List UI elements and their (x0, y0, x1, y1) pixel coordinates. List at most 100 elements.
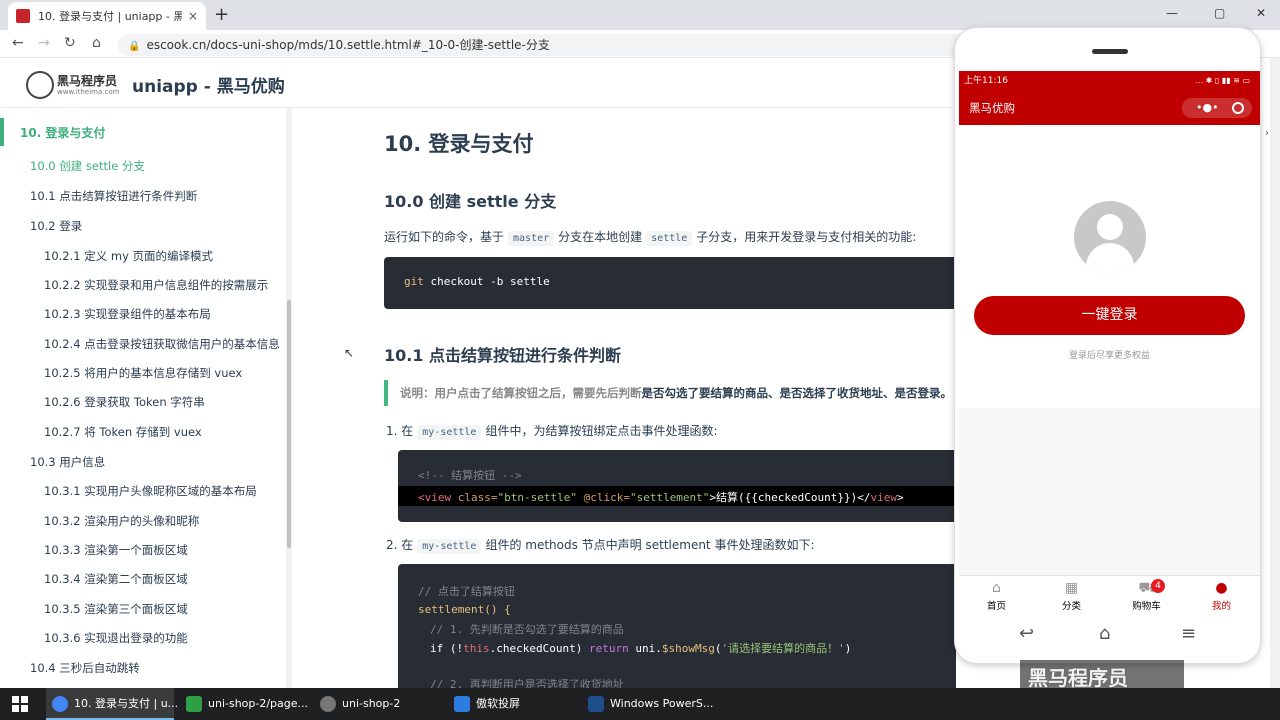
phone-status-bar: 上午11:16 ... ✱ ▯ ▮▮ ≋ ▭ (959, 71, 1260, 91)
code-block-template: <!-- 结算按钮 --> <view class="btn-settle" @… (398, 450, 956, 522)
sidebar-item-10-2-1[interactable]: 10.2.1 定义 my 页面的编译模式 (44, 248, 213, 264)
code-string: '请选择要结算的商品！' (721, 642, 845, 655)
taskbar-label: Windows PowerS... (610, 697, 714, 710)
sidebar-item-10-4[interactable]: 10.4 三秒后自动跳转 (30, 660, 140, 676)
sidebar-item-10-2-7[interactable]: 10.2.7 将 Token 存储到 vuex (44, 424, 202, 440)
taskbar-label: 10. 登录与支付 | u... (74, 697, 179, 710)
close-capsule-icon[interactable] (1232, 102, 1244, 114)
forward-icon[interactable]: → (38, 35, 50, 51)
sidebar-item-10-2-6[interactable]: 10.2.6 登录获取 Token 字符串 (44, 394, 205, 410)
taskbar-label: uni-shop-2/page... (208, 697, 309, 710)
sidebar-item-10-2-2[interactable]: 10.2.2 实现登录和用户信息组件的按需展示 (44, 277, 268, 293)
code-text: if (! (430, 642, 464, 655)
new-tab-button[interactable]: + (214, 4, 229, 25)
taskbar-item-chrome[interactable]: 10. 登录与支付 | u... (46, 688, 178, 720)
inline-code: my-settle (417, 539, 482, 554)
paragraph-text: 运行如下的命令，基于 (384, 230, 505, 244)
sidebar-item-10-2[interactable]: 10.2 登录 (30, 218, 82, 234)
status-time: 上午11:16 (964, 76, 1008, 86)
sidebar-item-10-3-1[interactable]: 10.3.1 实现用户头像昵称区域的基本布局 (44, 483, 257, 499)
paragraph-text: 子分支，用来开发登录与支付相关的功能: (696, 230, 917, 244)
code-function: $showMsg (661, 642, 715, 655)
section-heading-10-1: 10.1 点击结算按钮进行条件判断 (384, 346, 622, 365)
section-heading-10-0: 10.0 创建 settle 分支 (384, 192, 557, 211)
site-title[interactable]: uniapp - 黑马优购 (132, 72, 285, 97)
sidebar-item-10-3[interactable]: 10.3 用户信息 (30, 454, 105, 470)
more-icon[interactable]: •●• (1196, 98, 1219, 118)
avatar-head (1097, 214, 1123, 240)
code-keyword: git (404, 275, 424, 288)
maximize-icon[interactable]: ▢ (1214, 6, 1225, 20)
phone-speaker (1092, 49, 1128, 54)
sidebar-active-indicator (0, 118, 4, 146)
taskbar-item-hbuilder[interactable]: uni-shop-2/page... (180, 688, 308, 720)
status-icons: ... ✱ ▯ ▮▮ ≋ ▭ (1195, 76, 1250, 85)
page-scrollbar[interactable] (1270, 58, 1280, 688)
sidebar-item-10-3-3[interactable]: 10.3.3 渲染第一个面板区域 (44, 542, 188, 558)
step-text: 组件的 methods 节点中声明 settlement 事件处理函数如下: (485, 538, 815, 552)
default-avatar-icon (1074, 201, 1146, 273)
sidebar-scroll-thumb[interactable] (287, 300, 291, 548)
code-block-git: git checkout -b settle (384, 257, 956, 309)
tab-cart[interactable]: ⛟ 购物车 4 (1109, 576, 1184, 616)
code-block-methods: // 点击了结算按钮 settlement() { // 1. 先判断是否勾选了… (398, 564, 956, 688)
menu-icon[interactable]: ≡ (1181, 623, 1196, 644)
chevron-right-icon[interactable]: › (1265, 128, 1269, 139)
taskbar-item-devtools[interactable]: uni-shop-2 (314, 688, 442, 720)
tab-close-icon[interactable]: × (188, 9, 198, 23)
code-tag: view (870, 491, 898, 504)
paragraph-intro: 运行如下的命令，基于 master 分支在本地创建 settle 子分支，用来开发登录与… (384, 228, 917, 246)
sidebar-item-10-2-5[interactable]: 10.2.5 将用户的基本信息存储到 vuex (44, 365, 242, 381)
tab-label: 首页 (986, 601, 1006, 612)
sidebar-item-10-3-5[interactable]: 10.3.5 渲染第三个面板区域 (44, 601, 188, 617)
taskbar-item-powershell[interactable]: Windows PowerS... (582, 688, 714, 720)
user-icon: ● (1215, 580, 1228, 596)
phone-simulator: 上午11:16 ... ✱ ▯ ▮▮ ≋ ▭ 黑马优购 •●• 一键登录 登录后… (955, 28, 1260, 663)
minimize-icon[interactable]: — (1166, 6, 1178, 20)
reload-icon[interactable]: ↻ (64, 35, 76, 51)
hbuilder-icon (186, 696, 202, 712)
screen-mirror-icon (454, 696, 470, 712)
paragraph-text: 分支在本地创建 (558, 230, 643, 244)
phone-tab-bar: ⌂ 首页 ▦ 分类 ⛟ 购物车 4 ● 我的 (959, 575, 1260, 615)
windows-start-icon[interactable] (12, 696, 28, 712)
browser-tab-bar: 10. 登录与支付 | uniapp - 黑马... × + — ▢ ✕ (0, 0, 1280, 30)
sidebar-item-10-3-6[interactable]: 10.3.6 实现退出登录的功能 (44, 630, 188, 646)
back-icon[interactable]: ↩ (1019, 623, 1034, 644)
tab-my[interactable]: ● 我的 (1184, 576, 1259, 616)
code-comment: // 点击了结算按钮 (418, 585, 515, 598)
code-text: .checkedCount) (489, 642, 589, 655)
sidebar-item-10-3-2[interactable]: 10.3.2 渲染用户的头像和昵称 (44, 513, 199, 529)
back-icon[interactable]: ← (12, 35, 24, 51)
sidebar-item-10-3-4[interactable]: 10.3.4 渲染第二个面板区域 (44, 571, 188, 587)
code-line: <view class="btn-settle" @click="settlem… (418, 489, 904, 505)
tip-text-bold: 是否勾选了要结算的商品、是否选择了收货地址、是否登录。 (641, 386, 953, 400)
code-comment: <!-- 结算按钮 --> (418, 469, 522, 482)
step-text: 组件中，为结算按钮绑定点击事件处理函数: (485, 424, 718, 438)
browser-tab[interactable]: 10. 登录与支付 | uniapp - 黑马... × (8, 2, 206, 30)
sidebar-item-10-0[interactable]: 10.0 创建 settle 分支 (30, 158, 145, 174)
url-text: escook.cn/docs-uni-shop/mds/10.settle.ht… (146, 38, 550, 52)
sidebar-item-10-2-4[interactable]: 10.2.4 点击登录按钮获取微信用户的基本信息 (44, 336, 280, 352)
tab-home[interactable]: ⌂ 首页 (959, 576, 1034, 616)
url-field[interactable]: 🔒 escook.cn/docs-uni-shop/mds/10.settle.h… (118, 34, 998, 56)
code-attr: class= (451, 491, 498, 504)
category-icon: ▦ (1064, 580, 1079, 596)
tab-category[interactable]: ▦ 分类 (1034, 576, 1109, 616)
code-text: >结算({{checkedCount}})</ (709, 491, 871, 504)
page-title: 10. 登录与支付 (384, 132, 534, 156)
close-window-icon[interactable]: ✕ (1256, 6, 1266, 20)
sidebar-item-10-1[interactable]: 10.1 点击结算按钮进行条件判断 (30, 188, 197, 204)
phone-page-bottom (959, 408, 1260, 575)
mini-program-capsule[interactable]: •●• (1182, 98, 1252, 118)
home-icon[interactable]: ⌂ (1099, 623, 1110, 644)
sidebar-item-chapter[interactable]: 10. 登录与支付 (20, 124, 105, 141)
taskbar-item-screen-mirror[interactable]: 傲软投屏 (448, 688, 576, 720)
one-click-login-button[interactable]: 一键登录 (974, 296, 1245, 335)
code-text: > (897, 491, 904, 504)
sidebar-item-10-2-3[interactable]: 10.2.3 实现登录组件的基本布局 (44, 306, 211, 322)
tab-title: 10. 登录与支付 | uniapp - 黑马... (38, 10, 182, 23)
phone-nav-bar: 黑马优购 •●• (959, 91, 1260, 125)
home-icon[interactable]: ⌂ (92, 35, 101, 51)
site-favicon-icon (16, 9, 30, 23)
